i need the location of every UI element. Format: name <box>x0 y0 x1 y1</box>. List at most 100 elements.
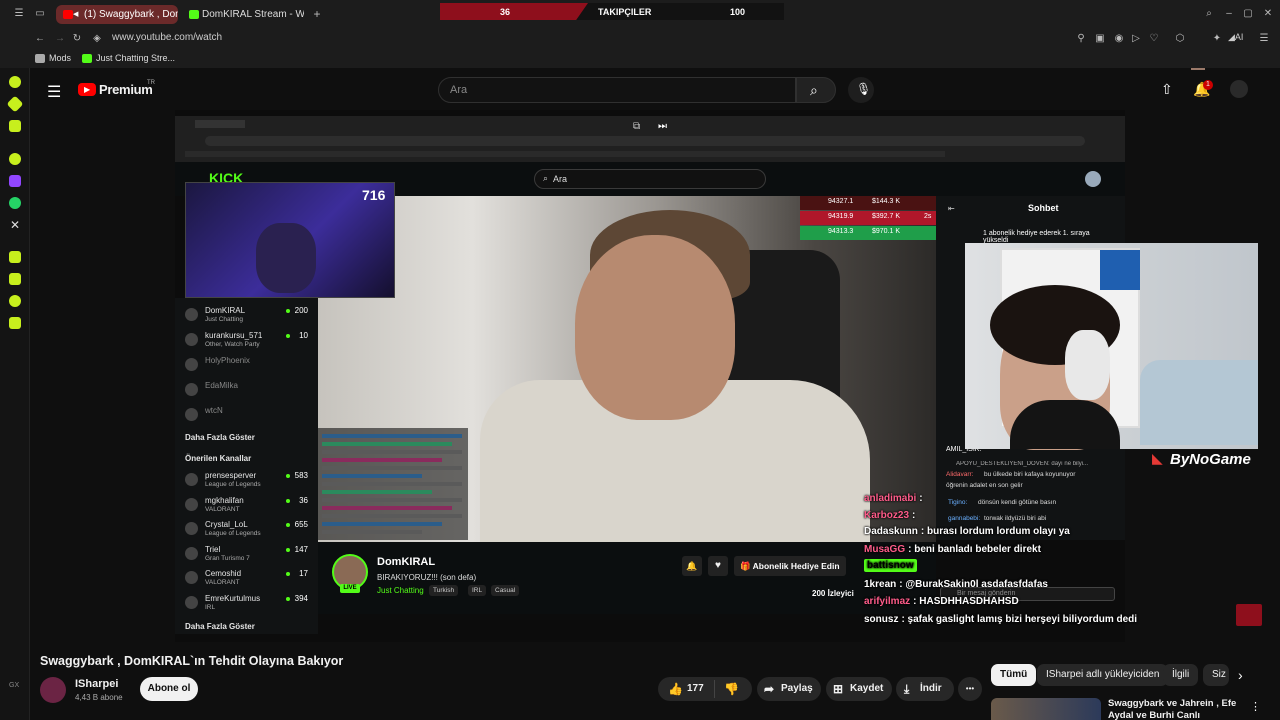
bookmark-just-chatting[interactable]: Just Chatting Stre... <box>96 53 175 63</box>
chip-all[interactable]: Tümü <box>991 664 1037 686</box>
share-button[interactable]: ➦ Paylaş <box>757 677 821 701</box>
chip-from-uploader[interactable]: ISharpei adlı yükleyiciden <box>1037 664 1169 686</box>
like-count[interactable]: 177 <box>687 677 704 701</box>
follower-current-count: 36 <box>500 7 511 17</box>
next-icon[interactable]: ⏭ <box>658 121 667 132</box>
new-tab-button[interactable]: + <box>312 8 322 20</box>
extension-icon[interactable]: ✦ <box>1212 34 1222 44</box>
subscribe-button[interactable]: Abone ol <box>140 677 198 701</box>
download-button[interactable]: ⤓ İndir <box>896 677 954 701</box>
kick-stream-info: LIVE DomKIRAL BIRAKIYORUZ!!! (son defa) … <box>318 542 936 614</box>
close-icon[interactable]: ✕ <box>1263 9 1273 19</box>
hamburger-menu-icon[interactable]: ☰ <box>47 82 61 102</box>
sidebar-app-icon[interactable] <box>9 120 21 132</box>
sidebar-app-icon[interactable] <box>9 317 21 329</box>
kick-category: Just Chatting <box>377 586 424 595</box>
chat-line <box>322 530 422 534</box>
camera-icon[interactable]: ◉ <box>1114 34 1124 44</box>
x-icon[interactable]: ✕ <box>9 219 21 231</box>
dislike-icon[interactable]: 👎 <box>724 677 739 701</box>
related-more-icon[interactable]: ⋮ <box>1250 700 1261 713</box>
reload-icon[interactable]: ↻ <box>72 34 82 44</box>
sidebar-more-icon[interactable]: GX <box>9 682 21 694</box>
minimize-icon[interactable]: – <box>1224 9 1234 19</box>
channel-name[interactable]: ISharpei <box>75 678 118 690</box>
youtube-logo-icon[interactable]: ▶ <box>78 83 96 96</box>
shield-icon[interactable]: ◈ <box>92 34 102 44</box>
tab-youtube[interactable]: ◀ (1) Swaggybark , Dom <box>56 5 178 24</box>
live-dot <box>286 572 290 576</box>
chevron-right-icon[interactable]: › <box>1238 667 1243 683</box>
related-thumbnail[interactable] <box>991 698 1101 720</box>
settings-icon[interactable] <box>9 153 21 165</box>
follower-goal-fill <box>440 3 588 20</box>
overlay-chat-line: sonusz: şafak gaslight lamış bizi herşey… <box>864 614 1137 625</box>
streamer-face <box>575 235 735 420</box>
donation-total: $144.3 K <box>872 198 901 205</box>
pip-icon[interactable]: ⧉ <box>633 121 640 132</box>
play-icon[interactable]: ▷ <box>1131 34 1141 44</box>
tab-list-icon[interactable]: ▭ <box>35 9 45 19</box>
heart-icon[interactable]: ♡ <box>1149 34 1159 44</box>
captured-address-bar <box>205 136 1085 146</box>
channel-avatar <box>185 473 198 486</box>
live-dot <box>286 596 290 601</box>
ai-icon[interactable]: ◢AI <box>1228 32 1243 43</box>
back-icon[interactable]: ← <box>35 34 45 44</box>
search-box[interactable]: Ara <box>438 77 796 103</box>
overlay-chat-user: Karboz23 <box>864 510 910 521</box>
donation-row: 94327.1 $144.3 K <box>800 196 936 210</box>
sidebar-app-icon[interactable] <box>9 76 21 88</box>
chip-related[interactable]: İlgili <box>1163 664 1199 686</box>
mic-icon: 🎙 <box>856 82 872 96</box>
youtube-premium-logo[interactable]: Premium <box>99 82 153 97</box>
sidebar-app-icon[interactable] <box>6 95 24 113</box>
pin-icon[interactable]: ⚲ <box>1076 34 1086 44</box>
channel-avatar <box>185 546 198 560</box>
voice-search-button[interactable]: 🎙 <box>848 77 874 103</box>
sidebar-app-icon[interactable] <box>9 295 21 307</box>
search-icon[interactable]: ⌕ <box>1204 9 1214 19</box>
extension-icon[interactable]: ⬡ <box>1175 34 1185 44</box>
like-icon[interactable]: 👍 <box>668 677 683 701</box>
webcam-overlay-small: 716 <box>185 182 395 298</box>
sidebar-app-icon[interactable] <box>9 251 21 263</box>
blue-box <box>1100 250 1140 290</box>
channel-avatar[interactable] <box>40 677 66 703</box>
tab-kick[interactable]: DomKIRAL Stream - Watc <box>184 5 304 24</box>
folder-icon <box>35 54 45 63</box>
overlay-chat-user: 1krean <box>864 579 897 590</box>
chip-for-you[interactable]: Siz <box>1203 664 1229 686</box>
twitch-icon[interactable] <box>9 175 21 187</box>
channel-category: Other, Watch Party <box>205 341 260 348</box>
tab-label: DomKIRAL Stream - Watc <box>202 9 304 20</box>
donation-amount: 94313.3 <box>828 228 854 235</box>
whatsapp-icon[interactable] <box>9 197 21 209</box>
viewer-count: 200 İzleyici <box>812 589 854 598</box>
menu-icon[interactable]: ☰ <box>14 9 24 19</box>
screenshot-icon[interactable]: ▣ <box>1095 34 1105 44</box>
address-bar[interactable]: www.youtube.com/watch <box>112 32 222 43</box>
search-button[interactable]: ⌕ <box>796 77 836 103</box>
sidebar-app-icon[interactable] <box>9 273 21 285</box>
save-button[interactable]: ⊞ Kaydet <box>826 677 892 701</box>
upload-icon[interactable]: ⇧ <box>1161 81 1173 98</box>
chat-line <box>322 490 432 494</box>
donation-amount: 94319.9 <box>828 213 854 220</box>
browser-sidebar: ✕ GX <box>0 0 30 720</box>
viewer-count: 10 <box>299 331 308 340</box>
maximize-icon[interactable]: ▢ <box>1243 9 1253 19</box>
download-label: İndir <box>920 683 942 694</box>
more-actions-button[interactable]: ••• <box>958 677 982 701</box>
kick-tag: Turkish <box>429 585 459 596</box>
forward-icon[interactable]: → <box>55 34 65 44</box>
account-avatar[interactable] <box>1230 80 1248 98</box>
search-input[interactable]: Ara <box>450 84 467 96</box>
notification-badge: 1 <box>1203 80 1213 90</box>
channel-name: HolyPhoenix <box>205 356 250 365</box>
related-video-title[interactable]: Swaggybark ve Jahrein , Efe Aydal ve Bur… <box>1108 698 1238 720</box>
viewer-count: 394 <box>294 593 308 603</box>
overlay-chat-user: battisnow <box>864 559 917 572</box>
browser-menu-icon[interactable]: ☰ <box>1259 34 1269 44</box>
bookmark-mods[interactable]: Mods <box>49 53 71 63</box>
